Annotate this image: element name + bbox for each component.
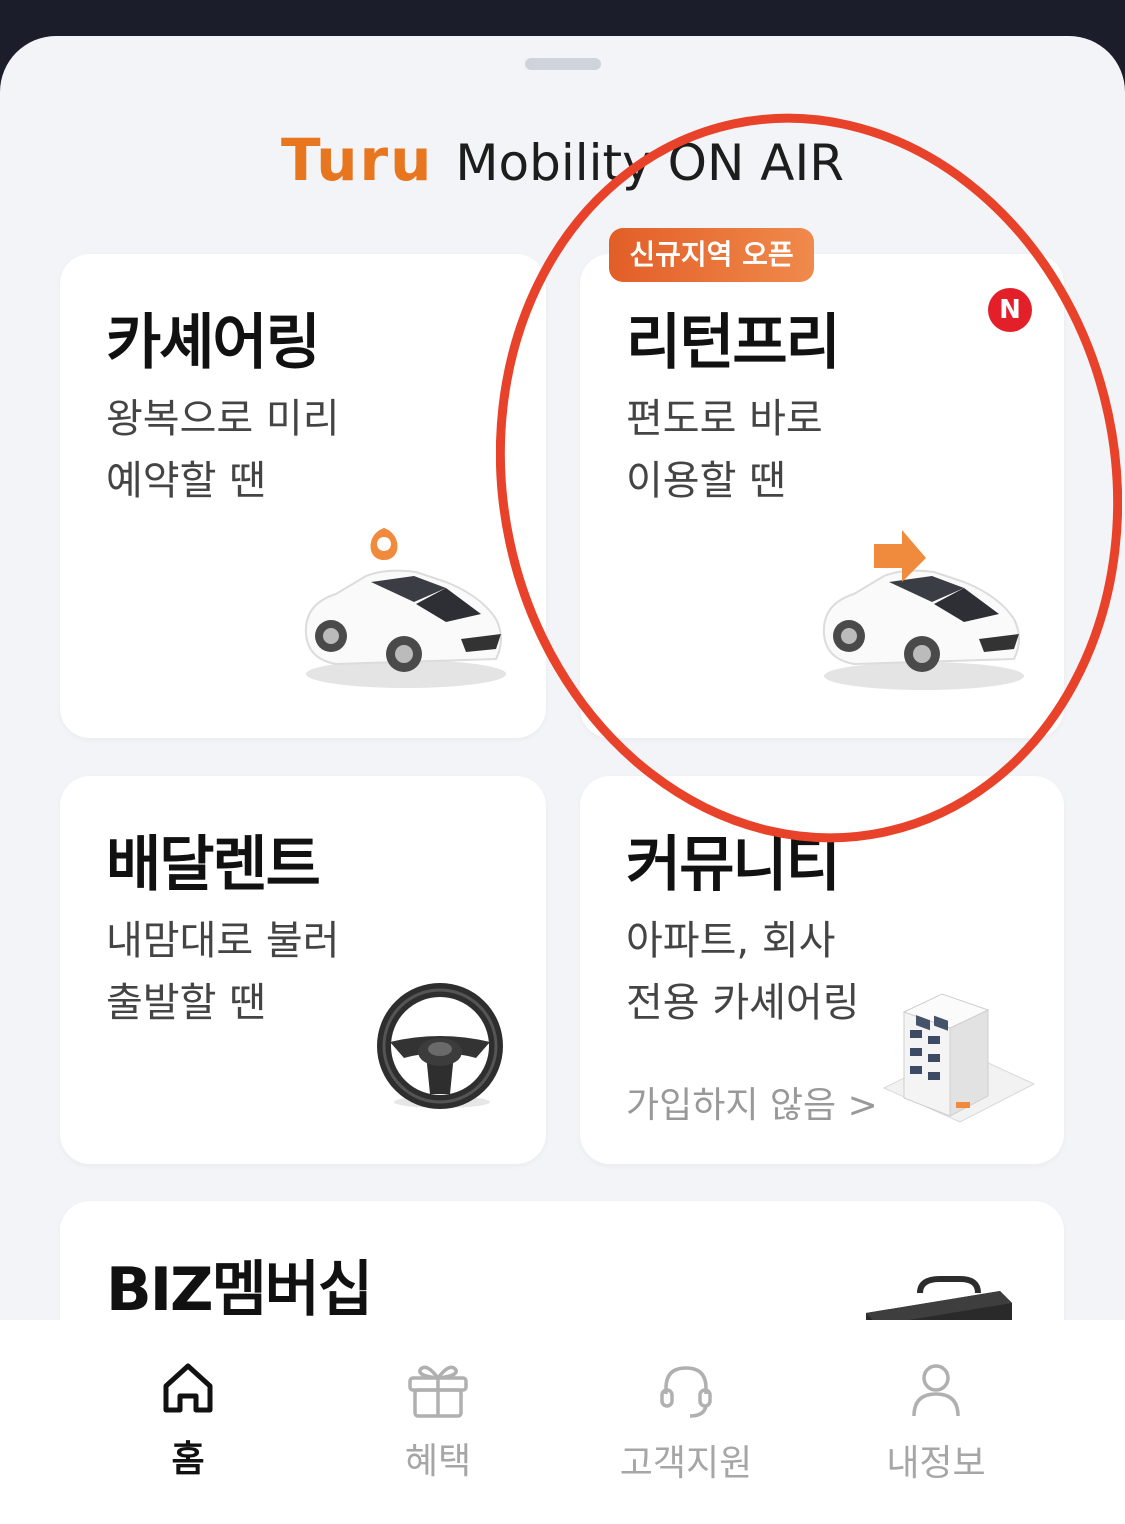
new-badge: N — [988, 288, 1032, 332]
home-icon — [163, 1363, 213, 1413]
car-with-pin-icon — [304, 528, 506, 688]
card-desc-line: 예약할 땐 — [106, 458, 266, 504]
card-desc-line: 이용할 땐 — [626, 458, 786, 504]
card-desc-line: 전용 카셰어링 — [626, 980, 860, 1026]
card-desc-line: 편도로 바로 — [626, 396, 823, 442]
card-desc-line: 아파트, 회사 — [626, 918, 836, 964]
card-title: 배달렌트 — [106, 830, 321, 900]
nav-support[interactable]: 고객지원 — [596, 1360, 776, 1486]
gift-icon — [408, 1365, 468, 1418]
apartment-building-icon — [882, 993, 1036, 1123]
nav-benefits[interactable]: 혜택 — [348, 1360, 528, 1484]
car-with-arrow-icon — [822, 530, 1024, 690]
nav-label: 홈 — [171, 1439, 205, 1480]
user-icon — [912, 1364, 960, 1417]
bottom-sheet: Turu Mobility ON AIR 카셰어링 왕복으로 미리 예약할 땐 N… — [0, 36, 1125, 1524]
card-description: 편도로 바로 이용할 땐 — [626, 388, 823, 512]
card-description: 왕복으로 미리 예약할 땐 — [106, 388, 340, 512]
card-desc-line: 왕복으로 미리 — [106, 396, 340, 442]
headset-icon — [660, 1366, 712, 1418]
card-title: 커뮤니티 — [626, 830, 841, 900]
card-title: BIZ멤버십 — [106, 1255, 373, 1325]
brand-logo: Turu — [281, 126, 434, 194]
nav-home[interactable]: 홈 — [98, 1360, 278, 1482]
join-status-link[interactable]: 가입하지 않음 > — [626, 1076, 878, 1128]
nav-myinfo[interactable]: 내정보 — [846, 1360, 1026, 1486]
card-description: 내맘대로 불러 출발할 땐 — [106, 910, 340, 1034]
bottom-navigation: 홈 혜택 고객지원 내정보 — [0, 1320, 1125, 1524]
card-desc-line: 내맘대로 불러 — [106, 918, 340, 964]
nav-label: 혜택 — [404, 1441, 472, 1482]
nav-label: 고객지원 — [619, 1443, 753, 1484]
card-desc-line: 출발할 땐 — [106, 980, 266, 1026]
card-delivery[interactable]: 배달렌트 내맘대로 불러 출발할 땐 — [60, 776, 546, 1164]
card-returnfree[interactable]: N 리턴프리 편도로 바로 이용할 땐 — [580, 254, 1064, 738]
card-title: 리턴프리 — [626, 308, 841, 378]
card-title: 카셰어링 — [106, 308, 321, 378]
brand-header: Turu Mobility ON AIR — [0, 126, 1125, 194]
drag-handle[interactable] — [525, 58, 601, 70]
new-region-badge: 신규지역 오픈 — [609, 228, 814, 282]
card-community[interactable]: 커뮤니티 아파트, 회사 전용 카셰어링 가입하지 않음 > — [580, 776, 1064, 1164]
steering-wheel-icon — [377, 983, 503, 1109]
card-carsharing[interactable]: 카셰어링 왕복으로 미리 예약할 땐 — [60, 254, 546, 738]
card-description: 아파트, 회사 전용 카셰어링 — [626, 910, 860, 1034]
nav-label: 내정보 — [886, 1443, 986, 1484]
brand-tagline: Mobility ON AIR — [455, 134, 844, 192]
